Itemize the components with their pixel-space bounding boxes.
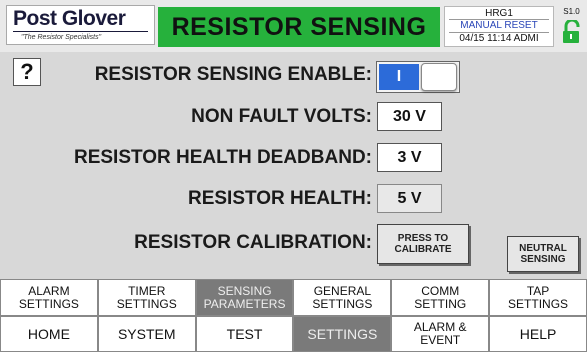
tab-line2: SETTINGS: [312, 296, 373, 311]
nav-help[interactable]: HELP: [489, 316, 587, 352]
unlocked-padlock-icon[interactable]: [561, 20, 583, 44]
toggle-on-indicator: I: [379, 64, 419, 90]
calibration-label: RESISTOR CALIBRATION:: [134, 232, 372, 253]
nav-line2: EVENT: [420, 333, 461, 347]
date-time-user: 04/15 11:14 ADMI: [459, 33, 539, 44]
tab-timer-settings[interactable]: TIMER SETTINGS: [97, 279, 196, 316]
tab-label: GENERAL SETTINGS: [312, 283, 373, 311]
tab-line2: SETTING: [414, 296, 467, 311]
screen: Post Glover "The Resistor Specialists" R…: [0, 0, 587, 352]
settings-tab-bar: ALARM SETTINGS TIMER SETTINGS SENSING PARAM…: [0, 279, 587, 316]
nav-system[interactable]: SYSTEM: [97, 316, 196, 352]
non-fault-volts-label: NON FAULT VOLTS:: [191, 106, 372, 127]
logo-underline: [13, 31, 148, 32]
tab-line1: ALARM: [28, 283, 70, 298]
status-panel: HRG1 MANUAL RESET 04/15 11:14 ADMI: [444, 6, 554, 47]
tab-line1: SENSING: [217, 283, 272, 298]
tab-label: ALARM SETTINGS: [18, 283, 79, 311]
nav-label: SETTINGS: [307, 325, 378, 342]
reset-mode: MANUAL RESET: [460, 20, 538, 31]
nav-label: SYSTEM: [117, 325, 176, 342]
nav-settings[interactable]: SETTINGS: [293, 316, 392, 352]
tab-line2: SETTINGS: [18, 296, 79, 311]
tab-line2: SETTINGS: [508, 296, 569, 311]
tab-line1: TAP: [526, 283, 550, 298]
toggle-knob: [421, 63, 457, 91]
station-id: S1.0: [563, 7, 580, 16]
tab-line2: SETTINGS: [116, 296, 177, 311]
nav-home[interactable]: HOME: [0, 316, 98, 352]
sensing-enable-label: RESISTOR SENSING ENABLE:: [94, 64, 372, 85]
help-button[interactable]: ?: [13, 58, 41, 86]
sensing-enable-toggle[interactable]: I: [376, 61, 460, 93]
tab-sensing-parameters[interactable]: SENSING PARAMETERS: [195, 279, 294, 316]
tab-label: TAP SETTINGS: [508, 283, 569, 311]
nav-label: HELP: [519, 325, 557, 342]
calibrate-line1: PRESS TO: [397, 233, 449, 244]
tab-line1: COMM: [421, 283, 460, 298]
neutral-button-text: NEUTRAL SENSING: [519, 243, 567, 265]
tab-label: SENSING PARAMETERS: [203, 283, 286, 311]
nav-alarm-event[interactable]: ALARM & EVENT: [391, 316, 490, 352]
tab-line1: GENERAL: [313, 283, 372, 298]
tab-line1: TIMER: [128, 283, 166, 298]
tab-line2: PARAMETERS: [203, 296, 286, 311]
health-deadband-label: RESISTOR HEALTH DEADBAND:: [73, 147, 372, 168]
tab-label: COMM SETTING: [414, 283, 467, 311]
tab-tap-settings[interactable]: TAP SETTINGS: [489, 279, 587, 316]
resistor-health-label: RESISTOR HEALTH:: [187, 188, 372, 209]
brand-name: Post Glover: [13, 7, 126, 30]
lock-status[interactable]: S1.0: [558, 6, 585, 47]
neutral-sensing-button[interactable]: NEUTRAL SENSING: [507, 236, 579, 272]
nav-test[interactable]: TEST: [195, 316, 294, 352]
tab-general-settings[interactable]: GENERAL SETTINGS: [293, 279, 392, 316]
calibrate-button-text: PRESS TO CALIBRATE: [394, 233, 451, 255]
tab-comm-setting[interactable]: COMM SETTING: [391, 279, 490, 316]
header-bar: Post Glover "The Resistor Specialists" R…: [0, 0, 587, 52]
neutral-line1: NEUTRAL: [519, 243, 567, 254]
calibrate-line2: CALIBRATE: [394, 244, 452, 255]
nav-label: ALARM & EVENT: [414, 321, 467, 347]
nav-label: TEST: [226, 325, 263, 342]
page-title: RESISTOR SENSING: [158, 7, 440, 47]
health-deadband-field[interactable]: 3 V: [377, 143, 442, 172]
calibrate-button[interactable]: PRESS TO CALIBRATE: [377, 224, 469, 264]
tab-label: TIMER SETTINGS: [116, 283, 177, 311]
unit-id: HRG1: [485, 8, 513, 19]
neutral-line2: SENSING: [520, 254, 566, 265]
main-nav-bar: HOME SYSTEM TEST SETTINGS ALARM & EVENT H…: [0, 316, 587, 352]
brand-tagline: "The Resistor Specialists": [21, 34, 102, 41]
nav-label: HOME: [27, 325, 70, 342]
tab-alarm-settings[interactable]: ALARM SETTINGS: [0, 279, 98, 316]
non-fault-volts-field[interactable]: 30 V: [377, 102, 442, 131]
company-logo: Post Glover "The Resistor Specialists": [6, 5, 155, 45]
resistor-health-value: 5 V: [377, 184, 442, 213]
